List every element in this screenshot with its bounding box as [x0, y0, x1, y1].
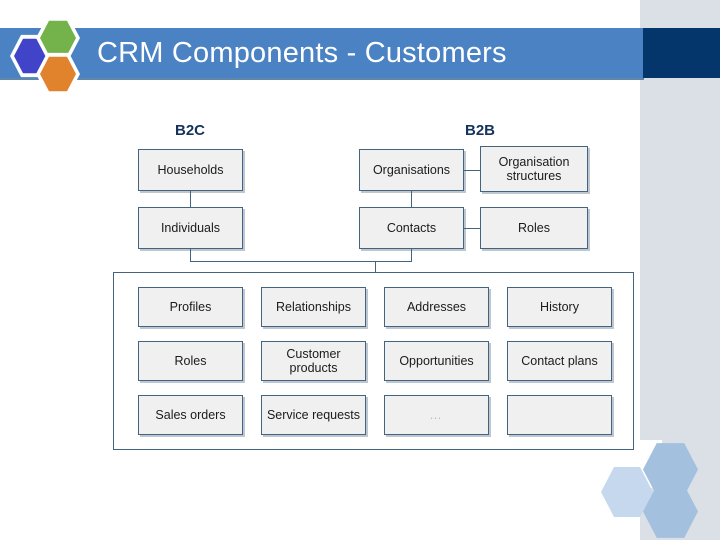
node-individuals[interactable]: Individuals: [138, 207, 243, 249]
node-organisation-structures[interactable]: Organisation structures: [480, 146, 588, 192]
grid-cell-history[interactable]: History: [507, 287, 612, 327]
connector-households-individuals: [190, 191, 191, 207]
grid-cell-customer-products[interactable]: Customer products: [261, 341, 366, 381]
connector-organisations-structures: [464, 170, 480, 171]
group-label-b2c: B2C: [174, 122, 205, 139]
grid-cell-sales-orders[interactable]: Sales orders: [138, 395, 243, 435]
group-label-b2b: B2B: [464, 122, 495, 139]
grid-cell-opportunities[interactable]: Opportunities: [384, 341, 489, 381]
slide-canvas: CRM Components - Customers B2C B2B House…: [0, 0, 720, 540]
node-organisations[interactable]: Organisations: [359, 149, 464, 191]
grid-cell-ellipsis[interactable]: …: [384, 395, 489, 435]
grid-cell-relationships[interactable]: Relationships: [261, 287, 366, 327]
grid-cell-contact-plans[interactable]: Contact plans: [507, 341, 612, 381]
connector-contacts-roles: [464, 228, 480, 229]
grid-cell-addresses[interactable]: Addresses: [384, 287, 489, 327]
grid-cell-empty[interactable]: [507, 395, 612, 435]
node-roles-b2b[interactable]: Roles: [480, 207, 588, 249]
grid-cell-service-requests[interactable]: Service requests: [261, 395, 366, 435]
node-contacts[interactable]: Contacts: [359, 207, 464, 249]
crm-components-diagram: B2C B2B Households Individuals Organisat…: [0, 0, 720, 540]
grid-cell-roles[interactable]: Roles: [138, 341, 243, 381]
connector-horizontal-bus: [190, 261, 412, 262]
node-households[interactable]: Households: [138, 149, 243, 191]
connector-organisations-contacts: [411, 191, 412, 207]
grid-cell-profiles[interactable]: Profiles: [138, 287, 243, 327]
